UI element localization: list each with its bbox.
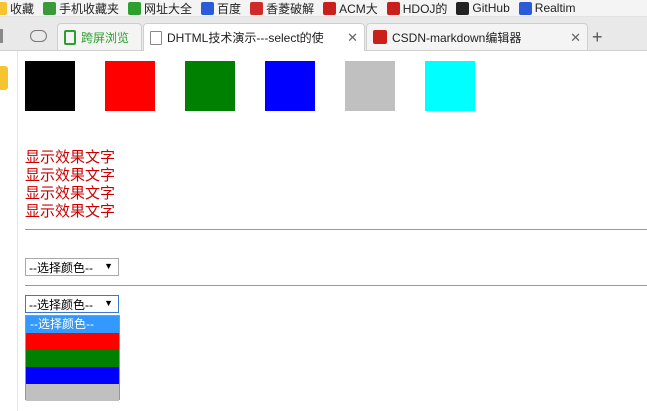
dropdown-arrow-icon: ▼ [104, 261, 113, 271]
bookmark-label: 收藏 [10, 1, 35, 16]
bookmark-item[interactable]: Realtim [518, 1, 576, 15]
color-swatch[interactable] [105, 61, 155, 111]
tab-csdn-markdown[interactable]: CSDN-markdown编辑器 ✕ [366, 23, 588, 50]
select-value: --选择颜色-- [29, 297, 93, 312]
select-dropdown-list: --选择颜色-- [25, 315, 120, 401]
color-swatch[interactable] [345, 61, 395, 111]
bookmark-label: 手机收藏夹 [59, 1, 120, 16]
star-icon [0, 1, 7, 15]
bookmark-item[interactable]: 百度 [201, 0, 242, 16]
tab-label: CSDN-markdown编辑器 [392, 30, 522, 45]
bookmark-item[interactable]: 香菱破解 [250, 0, 315, 16]
bookmark-item[interactable]: HDOJ的 [386, 0, 448, 16]
phone-icon [43, 1, 57, 15]
color-select-open[interactable]: --选择颜色-- ▼ [25, 295, 119, 313]
tab-label: 跨屏浏览 [81, 30, 130, 45]
dropdown-arrow-icon: ▼ [104, 298, 113, 308]
select-option[interactable]: --选择颜色-- [26, 316, 119, 333]
tab-label: DHTML技术演示---select的使 [167, 31, 324, 45]
new-tab-button[interactable]: + [592, 27, 603, 48]
bookmark-label: Realtim [534, 1, 576, 15]
divider [25, 229, 647, 230]
globe-icon [518, 1, 532, 15]
sidebar-toggle-icon[interactable] [0, 29, 3, 43]
bookmarks-bar: 收藏 手机收藏夹 网址大全 百度 香菱破解 ACM大 HDOJ的 GitHub Realtim [0, 0, 647, 17]
sidebar-strip [0, 51, 18, 411]
bookmark-label: HDOJ的 [402, 1, 448, 16]
color-swatch[interactable] [265, 61, 315, 111]
bookmark-label: 百度 [217, 1, 242, 16]
divider [25, 285, 647, 286]
csdn-c-icon [323, 1, 337, 15]
bookmark-item[interactable]: ACM大 [323, 0, 378, 16]
display-text: 显示效果文字 [25, 149, 116, 166]
github-icon [456, 1, 470, 15]
bookmark-item[interactable]: 网址大全 [128, 0, 193, 16]
color-swatch[interactable] [425, 61, 475, 111]
tab-bar: 跨屏浏览 DHTML技术演示---select的使 ✕ CSDN-markdow… [0, 17, 647, 51]
bookmark-label: ACM大 [339, 1, 378, 16]
select-option[interactable] [26, 333, 119, 350]
bookmark-item[interactable]: 手机收藏夹 [43, 0, 120, 16]
close-icon[interactable]: ✕ [570, 30, 581, 46]
bookmark-item[interactable]: GitHub [456, 1, 510, 15]
color-select[interactable]: --选择颜色-- ▼ [25, 258, 119, 276]
select-option[interactable] [26, 384, 119, 401]
bookmark-item[interactable]: 收藏 [0, 0, 35, 16]
color-swatch[interactable] [185, 61, 235, 111]
select-value: --选择颜色-- [29, 260, 93, 275]
bookmark-label: 网址大全 [144, 1, 193, 16]
display-text: 显示效果文字 [25, 185, 116, 202]
page-icon [150, 30, 162, 45]
bookmark-label: 香菱破解 [266, 1, 315, 16]
green-cross-icon [128, 1, 142, 15]
red-square-icon [250, 1, 264, 15]
tab-cross-screen[interactable]: 跨屏浏览 [57, 23, 142, 50]
select-option[interactable] [26, 350, 119, 367]
csdn-c-icon [373, 30, 387, 44]
display-text-block: 显示效果文字 显示效果文字 显示效果文字 显示效果文字 [25, 149, 115, 221]
tab-dhtml-demo[interactable]: DHTML技术演示---select的使 ✕ [143, 23, 365, 51]
baidu-paw-icon [201, 1, 215, 15]
phone-icon [64, 29, 76, 45]
display-text: 显示效果文字 [25, 203, 116, 220]
bookmark-label: GitHub [472, 1, 510, 15]
select-option[interactable] [26, 367, 119, 384]
favorites-star-icon[interactable] [0, 66, 8, 90]
csdn-c-icon [386, 1, 400, 15]
cloud-icon[interactable] [30, 30, 47, 42]
color-swatch[interactable] [25, 61, 75, 111]
display-text: 显示效果文字 [25, 167, 116, 184]
close-icon[interactable]: ✕ [345, 30, 358, 46]
